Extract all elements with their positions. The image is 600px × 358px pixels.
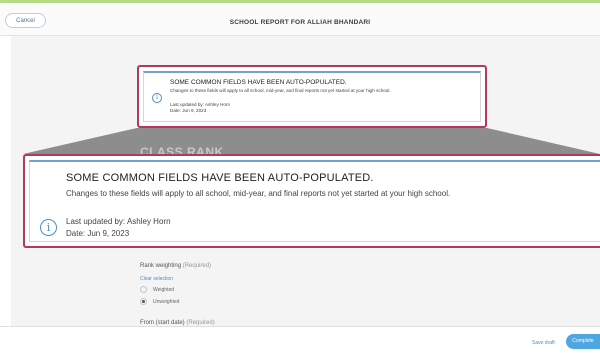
notice-preview-inner: i SOME COMMON FIELDS HAVE BEEN AUTO-POPU…	[143, 71, 481, 122]
clear-selection-link[interactable]: Clear selection	[140, 276, 173, 282]
complete-button[interactable]: Complete	[566, 334, 600, 349]
notice-date: Date: Jun 9, 2023	[66, 229, 130, 238]
info-icon: i	[152, 93, 162, 103]
save-draft-button[interactable]: Save draft	[532, 340, 555, 346]
notice-preview-card: i SOME COMMON FIELDS HAVE BEEN AUTO-POPU…	[137, 65, 487, 128]
notice-zoomed-card: i SOME COMMON FIELDS HAVE BEEN AUTO-POPU…	[23, 154, 600, 248]
radio-button-selected[interactable]	[140, 298, 147, 305]
rank-weighting-heading: Rank weighting (Required)	[140, 263, 211, 269]
notice-zoomed-inner: i SOME COMMON FIELDS HAVE BEEN AUTO-POPU…	[29, 160, 600, 242]
notice-preview-date: Date: Jun 9, 2023	[170, 108, 207, 113]
notice-preview-updated-by: Last updated by: Ashley Horn	[170, 102, 231, 107]
notice-updated-by: Last updated by: Ashley Horn	[66, 217, 171, 226]
rank-weighting-label: Rank weighting	[140, 263, 182, 269]
notice-description: Changes to these fields will apply to al…	[66, 189, 451, 198]
radio-unweighted[interactable]: Unweighted	[140, 298, 179, 305]
notice-preview-title: SOME COMMON FIELDS HAVE BEEN AUTO-POPULA…	[170, 79, 347, 86]
info-icon: i	[40, 219, 57, 236]
rank-weighting-required: (Required)	[182, 263, 212, 269]
radio-label: Unweighted	[153, 298, 180, 305]
footer-bar: Save draft Complete	[0, 326, 600, 358]
radio-button[interactable]	[140, 286, 147, 293]
notice-preview-description: Changes to these fields will apply to al…	[170, 88, 391, 93]
radio-weighted[interactable]: Weighted	[140, 286, 174, 293]
notice-title: SOME COMMON FIELDS HAVE BEEN AUTO-POPULA…	[66, 172, 374, 184]
radio-label: Weighted	[153, 286, 175, 293]
